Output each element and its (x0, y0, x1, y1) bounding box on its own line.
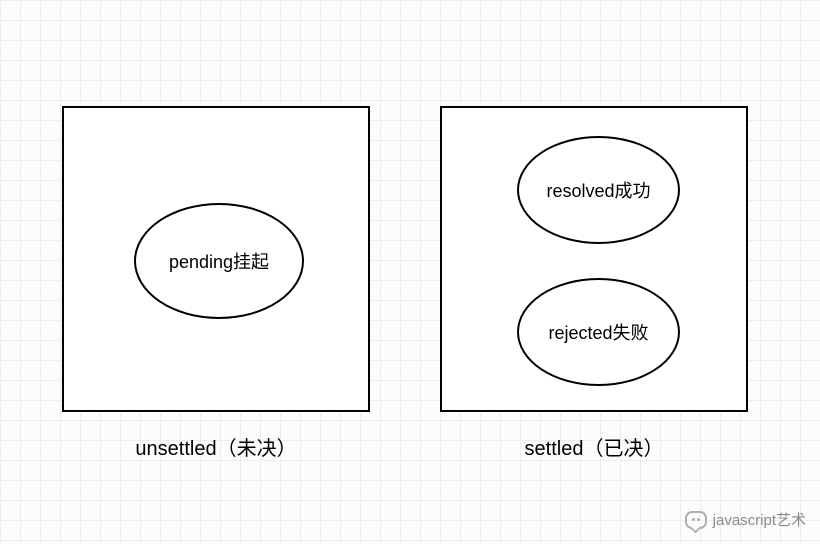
settled-box: resolved成功 rejected失败 (440, 106, 748, 412)
chat-bubble-icon (685, 511, 707, 529)
resolved-state-ellipse: resolved成功 (517, 136, 680, 244)
rejected-state-ellipse: rejected失败 (517, 278, 680, 386)
watermark-text: javascript艺术 (713, 509, 806, 530)
dot-icon (697, 518, 700, 521)
pending-state-label: pending挂起 (169, 248, 269, 274)
watermark: javascript艺术 (685, 509, 806, 530)
resolved-state-label: resolved成功 (546, 177, 650, 203)
unsettled-caption: unsettled（未决） (62, 432, 370, 461)
unsettled-box: pending挂起 (62, 106, 370, 412)
pending-state-ellipse: pending挂起 (134, 203, 304, 319)
settled-caption: settled（已决） (440, 432, 748, 461)
dot-icon (692, 518, 695, 521)
rejected-state-label: rejected失败 (548, 319, 648, 345)
